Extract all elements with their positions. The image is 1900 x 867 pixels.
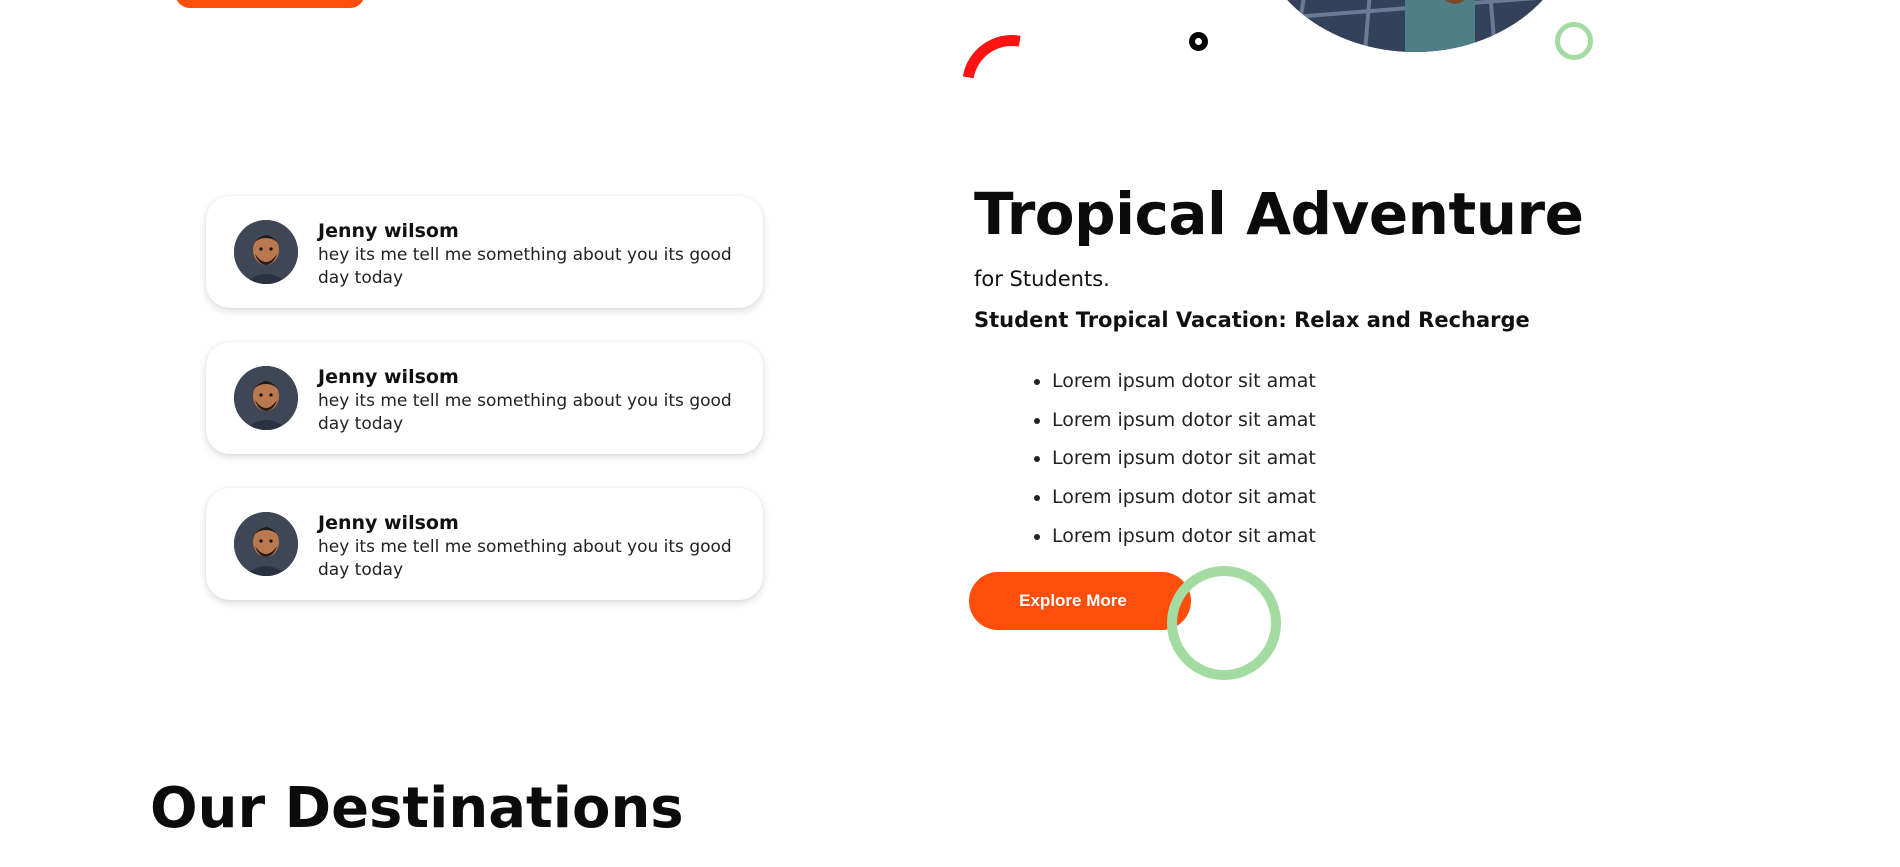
testimonial-name: Jenny wilsom bbox=[318, 220, 459, 242]
red-arc-decoration bbox=[954, 27, 1070, 143]
feature-list: Lorem ipsum dotor sit amat Lorem ipsum d… bbox=[1002, 366, 1316, 559]
green-ring-decoration bbox=[1555, 22, 1593, 60]
list-item: Lorem ipsum dotor sit amat bbox=[1052, 443, 1316, 482]
top-cta-button-edge[interactable] bbox=[175, 0, 365, 8]
green-ring-decoration-large bbox=[1167, 566, 1281, 680]
feature-title: Tropical Adventure bbox=[974, 180, 1584, 248]
destinations-heading: Our Destinations bbox=[150, 776, 684, 841]
avatar bbox=[234, 220, 298, 284]
page: Jenny wilsom hey its me tell me somethin… bbox=[0, 0, 1900, 867]
testimonial-card: Jenny wilsom hey its me tell me somethin… bbox=[206, 196, 763, 308]
list-item: Lorem ipsum dotor sit amat bbox=[1052, 366, 1316, 405]
explore-more-button[interactable]: Explore More bbox=[969, 572, 1191, 630]
feature-tagline: Student Tropical Vacation: Relax and Rec… bbox=[974, 308, 1530, 332]
testimonial-message: hey its me tell me something about you i… bbox=[318, 391, 732, 434]
list-item: Lorem ipsum dotor sit amat bbox=[1052, 405, 1316, 444]
testimonial-name: Jenny wilsom bbox=[318, 366, 459, 388]
feature-subtitle: for Students. bbox=[974, 267, 1110, 291]
avatar bbox=[234, 366, 298, 430]
list-item: Lorem ipsum dotor sit amat bbox=[1052, 521, 1316, 560]
avatar bbox=[234, 512, 298, 576]
testimonial-card: Jenny wilsom hey its me tell me somethin… bbox=[206, 342, 763, 454]
testimonial-message: hey its me tell me something about you i… bbox=[318, 537, 732, 580]
black-dot-decoration bbox=[1189, 32, 1208, 51]
testimonial-card: Jenny wilsom hey its me tell me somethin… bbox=[206, 488, 763, 600]
testimonial-message: hey its me tell me something about you i… bbox=[318, 245, 732, 288]
hero-student-photo bbox=[1255, 0, 1575, 52]
list-item: Lorem ipsum dotor sit amat bbox=[1052, 482, 1316, 521]
testimonial-name: Jenny wilsom bbox=[318, 512, 459, 534]
